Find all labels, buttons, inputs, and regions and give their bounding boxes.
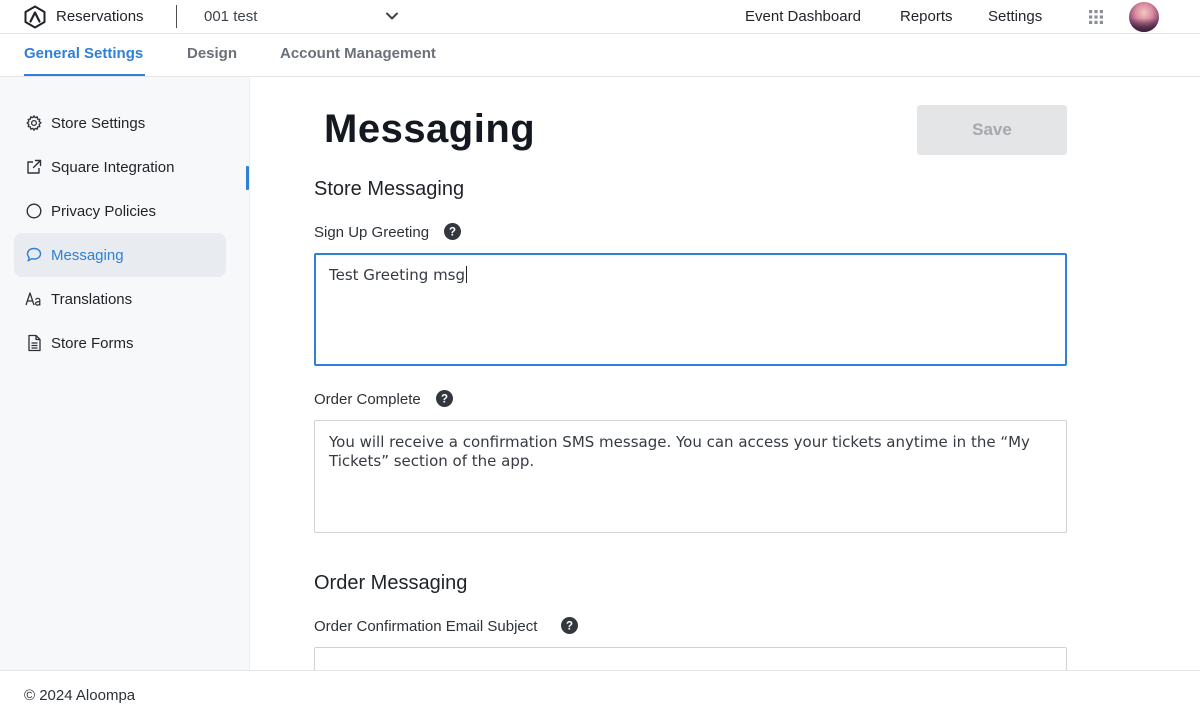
aloompa-logo-icon[interactable] — [23, 5, 47, 29]
font-icon — [25, 292, 41, 306]
page-title: Messaging — [324, 107, 536, 151]
tab-account-management[interactable]: Account Management — [280, 45, 436, 62]
sidebar-item-label: Translations — [51, 291, 133, 308]
footer: © 2024 Aloompa — [0, 670, 1200, 720]
chevron-down-icon[interactable] — [385, 11, 399, 21]
circle-icon — [26, 203, 42, 219]
apps-grid-icon[interactable] — [1089, 10, 1103, 24]
sign-up-greeting-textarea[interactable]: Test Greeting msg — [314, 253, 1067, 366]
sidebar-item-square-integration[interactable]: Square Integration — [14, 145, 226, 189]
chat-bubble-icon — [26, 247, 42, 262]
help-icon[interactable]: ? — [444, 223, 461, 240]
footer-copyright: © 2024 Aloompa — [24, 687, 136, 704]
sidebar-item-label: Store Settings — [51, 115, 146, 132]
sidebar-item-store-forms[interactable]: Store Forms — [14, 321, 226, 365]
help-icon[interactable]: ? — [436, 390, 453, 407]
sidebar-item-privacy-policies[interactable]: Privacy Policies — [14, 189, 226, 233]
section-title-order-messaging: Order Messaging — [314, 572, 468, 594]
tab-general-settings[interactable]: General Settings — [24, 45, 143, 62]
external-link-icon — [27, 159, 42, 174]
app-title: Reservations — [56, 8, 144, 25]
sign-up-greeting-label: Sign Up Greeting — [314, 224, 430, 241]
sidebar-item-label: Store Forms — [51, 335, 134, 352]
divider — [176, 5, 177, 28]
nav-reports[interactable]: Reports — [900, 8, 953, 25]
svg-text:?: ? — [441, 394, 448, 406]
order-complete-textarea[interactable]: You will receive a confirmation SMS mess… — [314, 420, 1067, 533]
sidebar-item-label: Messaging — [51, 247, 124, 264]
sidebar-item-messaging[interactable]: Messaging — [14, 233, 226, 277]
svg-text:?: ? — [449, 227, 456, 239]
top-bar: Reservations 001 test Event Dashboard Re… — [0, 0, 1200, 34]
document-icon — [28, 334, 41, 352]
avatar-image — [1129, 18, 1159, 32]
settings-sidebar: Store Settings Square Integration Privac… — [0, 77, 250, 670]
order-complete-label: Order Complete — [314, 391, 421, 408]
sidebar-item-label: Square Integration — [51, 159, 175, 176]
svg-text:?: ? — [566, 621, 573, 633]
sidebar-item-label: Privacy Policies — [51, 203, 157, 220]
order-confirmation-email-subject-input[interactable] — [314, 647, 1067, 670]
main-content: Messaging Save Store Messaging Sign Up G… — [250, 77, 1200, 670]
text-caret — [466, 266, 468, 283]
tab-design[interactable]: Design — [187, 45, 237, 62]
nav-event-dashboard[interactable]: Event Dashboard — [745, 8, 861, 25]
sidebar-item-translations[interactable]: Translations — [14, 277, 226, 321]
order-confirmation-email-subject-label: Order Confirmation Email Subject — [314, 618, 538, 635]
section-title-store-messaging: Store Messaging — [314, 178, 465, 200]
gear-icon — [26, 115, 42, 131]
sidebar-active-indicator — [246, 166, 249, 190]
avatar[interactable] — [1129, 2, 1159, 32]
help-icon[interactable]: ? — [561, 617, 578, 634]
settings-tabs: General Settings Design Account Manageme… — [0, 34, 1200, 77]
sidebar-item-store-settings[interactable]: Store Settings — [14, 101, 226, 145]
sign-up-greeting-value: Test Greeting msg — [329, 266, 466, 284]
nav-settings[interactable]: Settings — [988, 8, 1042, 25]
active-tab-indicator — [24, 74, 145, 76]
save-button[interactable]: Save — [917, 105, 1067, 155]
store-select[interactable]: 001 test — [204, 8, 257, 25]
